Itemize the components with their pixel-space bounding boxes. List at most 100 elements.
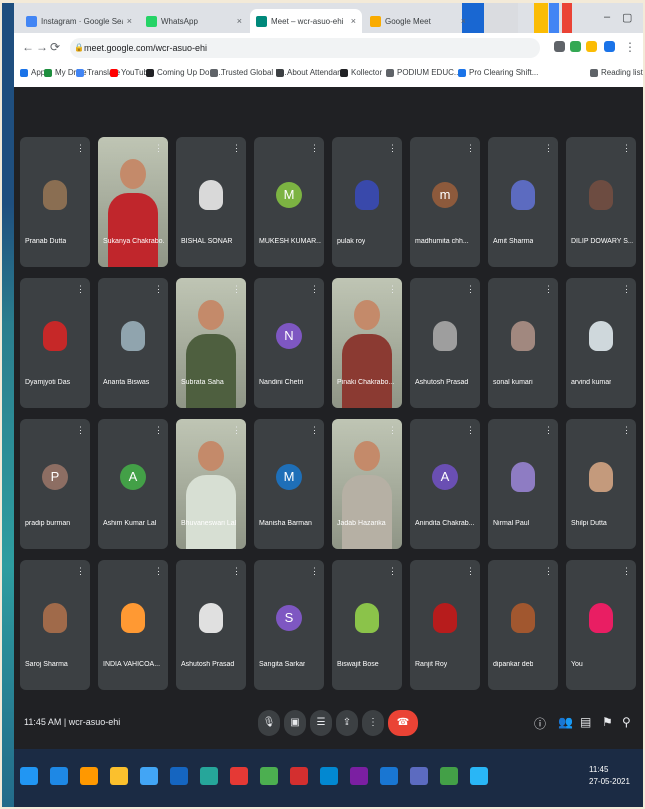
participant-tile[interactable]: ⋮ Ananta Biswas [98,278,168,408]
participant-name: Ashutosh Prasad [181,661,235,668]
forward-icon[interactable]: → [36,40,48,54]
participant-tile[interactable]: ⋮ BISHAL SONAR [176,137,246,267]
participant-tile[interactable]: ⋮ Shilpi Dutta [566,419,636,549]
bookmark-item[interactable]: About Attendan... [276,68,348,77]
lock-meeting-icon[interactable]: ⚲ [622,715,631,729]
participant-tile[interactable]: M ⋮ Manisha Barman [254,419,324,549]
clock-date: 27-05-2021 [589,777,630,786]
extension-icon[interactable] [586,41,597,52]
tab-strip-gap [484,3,518,33]
app-icon[interactable] [470,767,488,785]
participant-tile[interactable]: ⋮ Ashutosh Prasad [176,560,246,690]
participant-tile[interactable]: A ⋮ Anindita Chakrab... [410,419,480,549]
info-icon[interactable]: ⓘ [534,715,546,732]
mic-button[interactable]: 🎙 [258,710,280,736]
minimize-icon[interactable]: – [604,11,610,23]
participant-name: Jadab Hazarika [337,520,386,527]
participant-tile[interactable]: ⋮ Bhuvaneswari Lal [176,419,246,549]
app-icon[interactable] [350,767,368,785]
app-icon[interactable] [320,767,338,785]
participant-tile[interactable]: ⋮ Sukanya Chakrabo... [98,137,168,267]
profile-icon[interactable] [604,41,615,52]
browser-tab[interactable]: WhatsApp × [140,9,248,33]
tab-close-icon[interactable]: × [237,16,242,26]
store-icon[interactable] [110,767,128,785]
participant-tile[interactable]: ⋮ Pranab Dutta [20,137,90,267]
more-options-button[interactable]: ⋮ [362,710,384,736]
tab-close-icon[interactable]: × [127,16,132,26]
tab-favicon-icon [146,15,157,27]
app-icon[interactable] [440,767,458,785]
screenshot-frame: – ▢ Instagram · Google Search×WhatsApp×M… [2,3,643,807]
start-icon[interactable] [20,767,38,785]
participant-tile[interactable]: ⋮ Ranjit Roy [410,560,480,690]
muted-mic-icon: ⋮ [388,425,397,435]
participant-name: Sangita Sarkar [259,661,306,668]
bookmark-item[interactable]: PODIUM EDUC... [386,68,461,77]
chrome-icon[interactable] [260,767,278,785]
people-icon[interactable]: 👥 [558,715,573,729]
browser-tab[interactable]: Google Meet × [364,9,472,33]
media-icon[interactable] [230,767,248,785]
captions-button[interactable]: ☰ [310,710,332,736]
tab-close-icon[interactable]: × [351,16,356,26]
participant-avatar-letter: M [276,464,302,490]
browser-tab[interactable]: Instagram · Google Search × [20,9,138,33]
extension-icon[interactable] [570,41,581,52]
url-field[interactable]: 🔒 meet.google.com/wcr-asuo-ehi [70,38,540,58]
search-icon[interactable] [50,767,68,785]
menu-icon[interactable]: ⋮ [624,40,636,54]
participant-tile[interactable]: ⋮ Amit Sharma [488,137,558,267]
participant-avatar-letter: S [276,605,302,631]
participant-tile[interactable]: ⋮ Biswajit Bose [332,560,402,690]
participant-tile[interactable]: ⋮ Ashutosh Prasad [410,278,480,408]
outlook-icon[interactable] [170,767,188,785]
camera-button[interactable]: ▣ [284,710,306,736]
muted-mic-icon: ⋮ [154,425,163,435]
participant-tile[interactable]: P ⋮ pradip burman [20,419,90,549]
edge-icon[interactable] [200,767,218,785]
participant-tile[interactable]: ⋮ You [566,560,636,690]
file-explorer-icon[interactable] [80,767,98,785]
leave-call-button[interactable]: ☎ [388,710,418,736]
app-icon[interactable] [380,767,398,785]
participant-tile[interactable]: A ⋮ Ashim Kumar Lal [98,419,168,549]
participant-tile[interactable]: ⋮ arvind kumar [566,278,636,408]
participant-tile[interactable]: m ⋮ madhumita chh... [410,137,480,267]
participant-tile[interactable]: ⋮ Jadab Hazarika [332,419,402,549]
participant-tile[interactable]: ⋮ INDIA VAHICOA... [98,560,168,690]
back-icon[interactable]: ← [22,40,34,54]
participant-avatar-photo [589,462,613,492]
activities-icon[interactable]: ⚑ [602,715,613,729]
participant-tile[interactable]: ⋮ Nirmal Paul [488,419,558,549]
participant-tile[interactable]: ⋮ Subrata Saha [176,278,246,408]
tab-close-icon[interactable]: × [461,16,466,26]
present-button[interactable]: ⇪ [336,710,358,736]
reload-icon[interactable]: ⟳ [50,40,60,54]
participant-tile[interactable]: N ⋮ Nandini Chetri [254,278,324,408]
participant-tile[interactable]: ⋮ pulak roy [332,137,402,267]
participant-tile[interactable]: ⋮ Pinaki Chakrabo... [332,278,402,408]
app-icon[interactable] [290,767,308,785]
bookmark-item[interactable]: Reading list [590,68,643,77]
bookmark-item[interactable]: Kollector [340,68,382,77]
bookmark-star-icon[interactable] [554,41,565,52]
participant-avatar-photo [121,603,145,633]
app-icon[interactable] [410,767,428,785]
participant-tile[interactable]: ⋮ Saroj Sharma [20,560,90,690]
tab-bar: – ▢ Instagram · Google Search×WhatsApp×M… [14,3,643,33]
participant-tile[interactable]: ⋮ dipankar deb [488,560,558,690]
participant-avatar-photo [511,321,535,351]
participant-avatar-photo [355,180,379,210]
participant-tile[interactable]: ⋮ Dyamjyoti Das [20,278,90,408]
muted-mic-icon: ⋮ [544,425,553,435]
word-icon[interactable] [140,767,158,785]
bookmark-item[interactable]: Pro Clearing Shift... [458,68,538,77]
participant-tile[interactable]: M ⋮ MUKESH KUMAR... [254,137,324,267]
browser-tab[interactable]: Meet – wcr-asuo-ehi × [250,9,362,33]
chat-icon[interactable]: ▤ [580,715,591,729]
participant-tile[interactable]: S ⋮ Sangita Sarkar [254,560,324,690]
participant-tile[interactable]: ⋮ sonal kumari [488,278,558,408]
participant-tile[interactable]: ⋮ DILIP DOWARY S... [566,137,636,267]
maximize-icon[interactable]: ▢ [622,11,632,24]
